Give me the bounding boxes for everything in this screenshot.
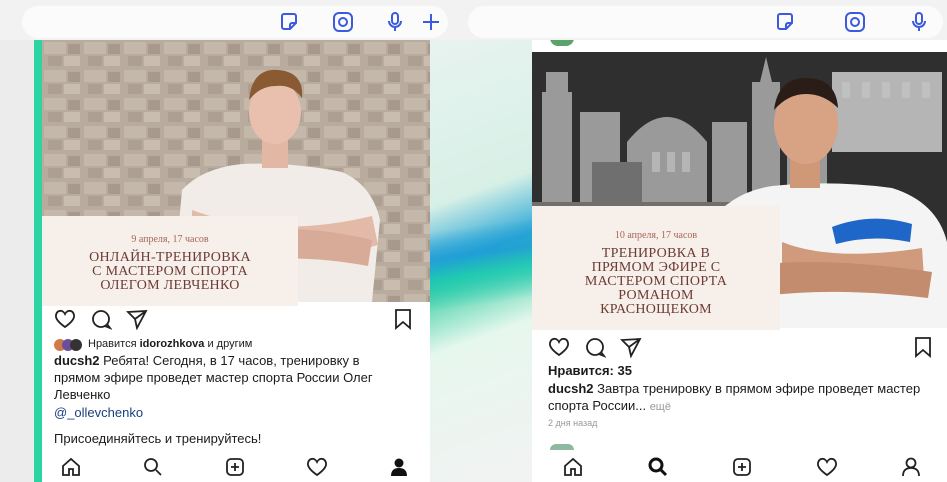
panel-edge xyxy=(34,40,42,482)
likes-count[interactable]: Нравится: 35 xyxy=(548,362,632,379)
search-icon[interactable] xyxy=(647,456,669,478)
top-bar-right[interactable] xyxy=(468,6,943,38)
bookmark-icon[interactable] xyxy=(912,336,934,358)
comment-icon[interactable] xyxy=(584,336,606,358)
likes-suffix: и другим xyxy=(207,338,253,350)
avatar xyxy=(550,444,574,450)
heart-icon[interactable] xyxy=(306,456,328,478)
avatar xyxy=(550,40,574,46)
add-post-icon[interactable] xyxy=(224,456,246,478)
background-swoosh xyxy=(430,217,532,313)
post-time: 2 дня назад xyxy=(548,418,598,428)
liker-avatars xyxy=(54,338,82,351)
heart-icon[interactable] xyxy=(816,456,838,478)
mic-icon[interactable] xyxy=(382,9,408,35)
profile-icon[interactable] xyxy=(388,456,410,478)
profile-icon[interactable] xyxy=(900,456,922,478)
caption-mention[interactable]: @_ollevchenko xyxy=(54,404,143,421)
mic-icon[interactable] xyxy=(906,9,932,35)
bottom-nav xyxy=(562,454,922,480)
avatar xyxy=(70,338,82,351)
post-title-line: ОНЛАЙН-ТРЕНИРОВКА xyxy=(89,250,251,265)
caption-username[interactable]: ducsh2 xyxy=(54,353,100,368)
post-title-line: ПРЯМОМ ЭФИРЕ С xyxy=(591,260,721,275)
post-caption: ducsh2 Ребята! Сегодня, в 17 часов, трен… xyxy=(54,352,394,403)
caption-text: Ребята! Сегодня, в 17 часов, тренировку … xyxy=(54,353,373,402)
post-card: 10 апреля, 17 часов ТРЕНИРОВКА В ПРЯМОМ … xyxy=(532,206,780,330)
share-icon[interactable] xyxy=(126,308,148,330)
more-link[interactable]: ещё xyxy=(650,401,671,413)
heart-icon[interactable] xyxy=(54,308,76,330)
post-date: 9 апреля, 17 часов xyxy=(131,234,209,245)
bottom-nav xyxy=(60,454,410,480)
add-post-icon[interactable] xyxy=(731,456,753,478)
post-actions xyxy=(548,336,642,358)
home-icon[interactable] xyxy=(562,456,584,478)
bookmark-icon[interactable] xyxy=(392,308,414,330)
likes-prefix: Нравится xyxy=(88,338,137,350)
sticker-icon[interactable] xyxy=(276,9,302,35)
camera-icon[interactable] xyxy=(842,9,868,35)
likes-user[interactable]: idorozhkova xyxy=(140,338,205,350)
share-icon[interactable] xyxy=(620,336,642,358)
post-caption: ducsh2 Завтра тренировку в прямом эфире … xyxy=(548,380,928,416)
post-title-line: ОЛЕГОМ ЛЕВЧЕНКО xyxy=(100,278,240,293)
post-title-line: РОМАНОМ xyxy=(618,288,694,303)
likes-line: Нравится idorozhkova и другим xyxy=(54,336,252,353)
caption-text: Завтра тренировку в прямом эфире проведе… xyxy=(548,381,921,413)
post-card: 9 апреля, 17 часов ОНЛАЙН-ТРЕНИРОВКА С М… xyxy=(42,216,298,306)
caption-username[interactable]: ducsh2 xyxy=(548,381,594,396)
post-right: 10 апреля, 17 часов ТРЕНИРОВКА В ПРЯМОМ … xyxy=(532,40,947,482)
post-title-line: С МАСТЕРОМ СПОРТА xyxy=(92,264,248,279)
post-title-line: МАСТЕРОМ СПОРТА xyxy=(584,274,728,289)
heart-icon[interactable] xyxy=(548,336,570,358)
home-icon[interactable] xyxy=(60,456,82,478)
camera-icon[interactable] xyxy=(330,9,356,35)
post-title-line: ТРЕНИРОВКА В xyxy=(601,246,711,261)
plus-icon[interactable] xyxy=(418,9,444,35)
search-icon[interactable] xyxy=(142,456,164,478)
caption-text-2: Присоединяйтесь и тренируйтесь! xyxy=(54,431,262,446)
post-title-line: КРАСНОЩЕКОМ xyxy=(600,302,712,317)
post-date: 10 апреля, 17 часов xyxy=(614,230,698,241)
post-actions xyxy=(54,308,148,330)
sticker-icon[interactable] xyxy=(772,9,798,35)
post-left: 9 апреля, 17 часов ОНЛАЙН-ТРЕНИРОВКА С М… xyxy=(42,40,430,482)
comment-icon[interactable] xyxy=(90,308,112,330)
